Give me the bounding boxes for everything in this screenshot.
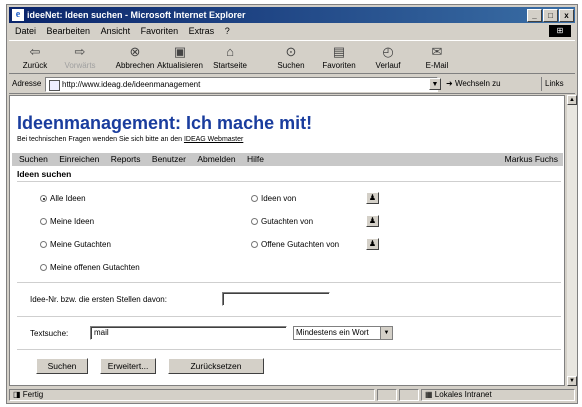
section-title: Ideen suchen: [17, 169, 72, 179]
search-submit-button[interactable]: Suchen: [36, 358, 88, 374]
nav-suchen[interactable]: Suchen: [19, 154, 48, 164]
radio-icon: [40, 241, 47, 248]
radio-gutachten-von[interactable]: Gutachten von: [251, 217, 313, 227]
radio-offene-gutachten-von[interactable]: Offene Gutachten von: [251, 240, 339, 250]
refresh-button[interactable]: ▣ Aktualisieren: [154, 43, 206, 70]
nav-reports[interactable]: Reports: [111, 154, 141, 164]
idea-nr-label: Idee-Nr. bzw. die ersten Stellen davon:: [30, 295, 167, 304]
text-search-input[interactable]: mail: [90, 326, 287, 340]
user-picker-icon: ♟: [368, 216, 377, 225]
status-panel: [377, 389, 397, 401]
nav-abmelden[interactable]: Abmelden: [197, 154, 235, 164]
menu-extras[interactable]: Extras: [189, 26, 215, 36]
current-user: Markus Fuchs: [504, 154, 558, 164]
user-picker-button[interactable]: ♟: [366, 215, 379, 227]
menu-datei[interactable]: Datei: [15, 26, 36, 36]
status-text-panel: ◨ Fertig: [9, 389, 375, 401]
browser-window: e ideeNet: Ideen suchen - Microsoft Inte…: [6, 4, 578, 404]
status-panel: [399, 389, 419, 401]
extended-search-button[interactable]: Erweitert...: [100, 358, 156, 374]
radio-meine-ideen[interactable]: Meine Ideen: [40, 217, 94, 227]
match-option-select[interactable]: Mindestens ein Wort ▼: [293, 326, 393, 340]
toolbar: ⇦ Zurück ⇨ Vorwärts ⊗ Abbrechen ▣ Aktualisie…: [9, 40, 575, 74]
address-dropdown-button[interactable]: ▼: [429, 78, 441, 90]
webmaster-link[interactable]: IDEAG Webmaster: [184, 136, 243, 143]
search-button[interactable]: ⊙ Suchen: [265, 43, 317, 70]
page-icon: [49, 80, 60, 91]
text-search-label: Textsuche:: [30, 329, 69, 338]
page-done-icon: ◨: [13, 390, 21, 399]
zone-panel: ▦ Lokales Intranet: [421, 389, 575, 401]
maximize-button[interactable]: □: [543, 9, 558, 22]
radio-meine-gutachten[interactable]: Meine Gutachten: [40, 240, 111, 250]
radio-selected-icon: [40, 195, 47, 202]
scroll-up-icon[interactable]: ▲: [567, 95, 577, 105]
reset-button[interactable]: Zurücksetzen: [168, 358, 264, 374]
menu-bearbeiten[interactable]: Bearbeiten: [47, 26, 91, 36]
home-button[interactable]: ⌂ Startseite: [204, 43, 256, 70]
status-bar: ◨ Fertig ▦ Lokales Intranet: [9, 388, 575, 402]
mail-icon: ✉: [431, 44, 443, 59]
window-title: ideeNet: Ideen suchen - Microsoft Intern…: [27, 10, 246, 20]
vertical-scrollbar[interactable]: ▲ ▼: [567, 95, 577, 386]
menu-help[interactable]: ?: [225, 26, 230, 36]
user-picker-icon: ♟: [368, 239, 377, 248]
idea-nr-input[interactable]: [222, 292, 330, 306]
scroll-down-icon[interactable]: ▼: [567, 376, 577, 386]
minimize-button[interactable]: _: [527, 9, 542, 22]
favorites-button[interactable]: ▤ Favoriten: [313, 43, 365, 70]
close-button[interactable]: x: [559, 9, 574, 22]
radio-meine-offenen-gutachten[interactable]: Meine offenen Gutachten: [40, 263, 140, 273]
nav-benutzer[interactable]: Benutzer: [152, 154, 186, 164]
refresh-icon: ▣: [173, 44, 187, 59]
address-label: Adresse: [12, 79, 42, 88]
intranet-icon: ▦: [425, 390, 433, 399]
go-button[interactable]: ➜ Wechseln zu: [446, 79, 501, 88]
chevron-down-icon: ▼: [380, 327, 392, 339]
divider: [17, 282, 561, 283]
menu-bar: Datei Bearbeiten Ansicht Favoriten Extra…: [9, 24, 575, 39]
history-button[interactable]: ◴ Verlauf: [362, 43, 414, 70]
mail-button[interactable]: ✉ E-Mail: [411, 43, 463, 70]
menu-favoriten[interactable]: Favoriten: [141, 26, 179, 36]
radio-icon: [40, 218, 47, 225]
user-picker-button[interactable]: ♟: [366, 238, 379, 250]
page-title: Ideenmanagement: Ich mache mit!: [17, 113, 313, 133]
title-bar: e ideeNet: Ideen suchen - Microsoft Inte…: [9, 7, 575, 23]
divider: [17, 181, 561, 182]
radio-ideen-von[interactable]: Ideen von: [251, 194, 296, 204]
windows-logo-icon: ⊞: [549, 25, 571, 37]
url-input[interactable]: http://www.ideag.de/ideenmanagement: [45, 77, 438, 92]
radio-alle-ideen[interactable]: Alle Ideen: [40, 194, 86, 204]
nav-einreichen[interactable]: Einreichen: [59, 154, 99, 164]
menu-ansicht[interactable]: Ansicht: [101, 26, 131, 36]
forward-button[interactable]: ⇨ Vorwärts: [54, 43, 106, 70]
radio-icon: [251, 195, 258, 202]
home-icon: ⌂: [226, 44, 234, 59]
nav-hilfe[interactable]: Hilfe: [247, 154, 264, 164]
links-button[interactable]: Links: [541, 77, 573, 91]
user-picker-button[interactable]: ♟: [366, 192, 379, 204]
page-content: Ideenmanagement: Ich mache mit! Bei tech…: [9, 95, 565, 386]
radio-icon: [40, 264, 47, 271]
go-arrow-icon: ➜: [446, 79, 453, 88]
history-icon: ◴: [382, 44, 394, 59]
nav-bar: Suchen Einreichen Reports Benutzer Abmel…: [12, 153, 563, 166]
favorites-icon: ▤: [332, 44, 346, 59]
forward-arrow-icon: ⇨: [74, 44, 86, 59]
radio-icon: [251, 241, 258, 248]
support-line: Bei technischen Fragen wenden Sie sich b…: [17, 136, 244, 143]
radio-icon: [251, 218, 258, 225]
user-picker-icon: ♟: [368, 193, 377, 202]
ie-logo-icon: e: [12, 9, 24, 21]
divider: [17, 316, 561, 317]
address-bar: Adresse http://www.ideag.de/ideenmanagem…: [9, 76, 575, 94]
search-icon: ⊙: [285, 44, 297, 59]
divider: [17, 349, 561, 350]
